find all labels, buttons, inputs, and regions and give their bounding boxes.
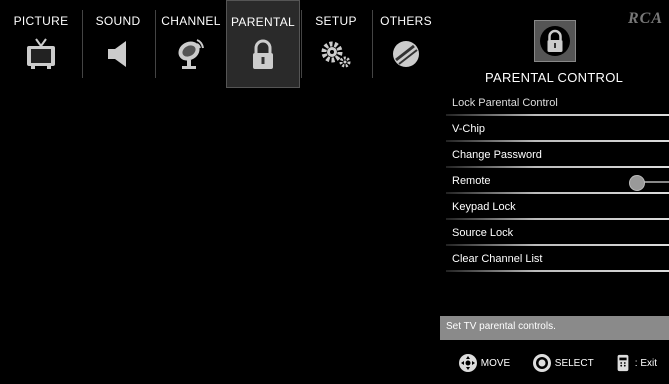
panel-icon: [534, 20, 576, 62]
parental-menu: Lock Parental Control V-Chip Change Pass…: [440, 91, 669, 273]
divider: [446, 166, 669, 168]
separator: [301, 10, 302, 78]
menu-item-source-lock[interactable]: Source Lock: [440, 221, 669, 247]
legend-select-label: SELECT: [554, 358, 594, 369]
button-legend: MOVE SELECT : Exit: [458, 352, 669, 378]
gears-icon: [321, 41, 351, 68]
menu-item-v-chip[interactable]: V-Chip: [440, 117, 669, 143]
menu-item-remote[interactable]: Remote: [440, 169, 669, 195]
remote-toggle-knob[interactable]: [629, 175, 645, 191]
dpad-icon: [459, 354, 477, 373]
speaker-icon: [108, 41, 126, 67]
separator: [372, 10, 373, 78]
padlock-icon: [540, 26, 570, 56]
menu-item-label: Change Password: [452, 149, 542, 161]
brand-logo: RCA: [627, 10, 663, 27]
divider: [446, 114, 669, 116]
tab-parental-label: PARENTAL: [231, 15, 295, 29]
menu-item-label: Lock Parental Control: [452, 97, 558, 109]
tab-parental[interactable]: PARENTAL: [226, 0, 300, 88]
menu-item-label: V-Chip: [452, 123, 486, 135]
panel-title: PARENTAL CONTROL: [485, 70, 624, 85]
legend-exit: : Exit: [614, 352, 657, 378]
help-bar: Set TV parental controls.: [440, 316, 669, 340]
tab-picture-label: PICTURE: [13, 14, 69, 28]
divider: [446, 244, 669, 246]
legend-exit-label: : Exit: [634, 358, 658, 369]
tab-sound-label: SOUND: [95, 14, 141, 28]
divider: [446, 218, 669, 220]
tab-picture[interactable]: PICTURE: [6, 0, 76, 88]
select-button-icon: [533, 354, 551, 373]
legend-move-label: MOVE: [480, 358, 511, 369]
menu-item-label: Clear Channel List: [452, 253, 543, 265]
top-menu-bar: PICTURE SOUND CHANNEL PARENTAL SETUP OTH…: [0, 0, 669, 88]
satellite-dish-icon: [178, 39, 204, 69]
divider: [446, 140, 669, 142]
tab-sound[interactable]: SOUND: [84, 0, 152, 88]
tab-others-label: OTHERS: [380, 14, 432, 28]
separator: [82, 10, 83, 78]
legend-select: SELECT: [532, 352, 594, 378]
padlock-icon: [253, 39, 273, 69]
tab-channel-label: CHANNEL: [161, 14, 221, 28]
tv-icon: [27, 38, 55, 69]
menu-item-label: Keypad Lock: [452, 201, 516, 213]
toggle-track: [641, 181, 669, 183]
menu-item-change-password[interactable]: Change Password: [440, 143, 669, 169]
menu-item-lock-parental-control[interactable]: Lock Parental Control: [440, 91, 669, 117]
tab-setup[interactable]: SETUP: [303, 0, 369, 88]
tab-others[interactable]: OTHERS: [374, 0, 438, 88]
separator: [155, 10, 156, 78]
tab-channel[interactable]: CHANNEL: [157, 0, 225, 88]
menu-item-label: Remote: [452, 175, 491, 187]
menu-item-clear-channel-list[interactable]: Clear Channel List: [440, 247, 669, 273]
tab-setup-label: SETUP: [315, 14, 357, 28]
menu-item-label: Source Lock: [452, 227, 514, 239]
divider: [446, 270, 669, 272]
remote-control-icon: [617, 355, 629, 372]
menu-item-keypad-lock[interactable]: Keypad Lock: [440, 195, 669, 221]
others-disc-icon: [393, 41, 419, 67]
legend-move: MOVE: [458, 352, 510, 378]
divider: [446, 192, 669, 194]
help-text: Set TV parental controls.: [446, 321, 556, 332]
